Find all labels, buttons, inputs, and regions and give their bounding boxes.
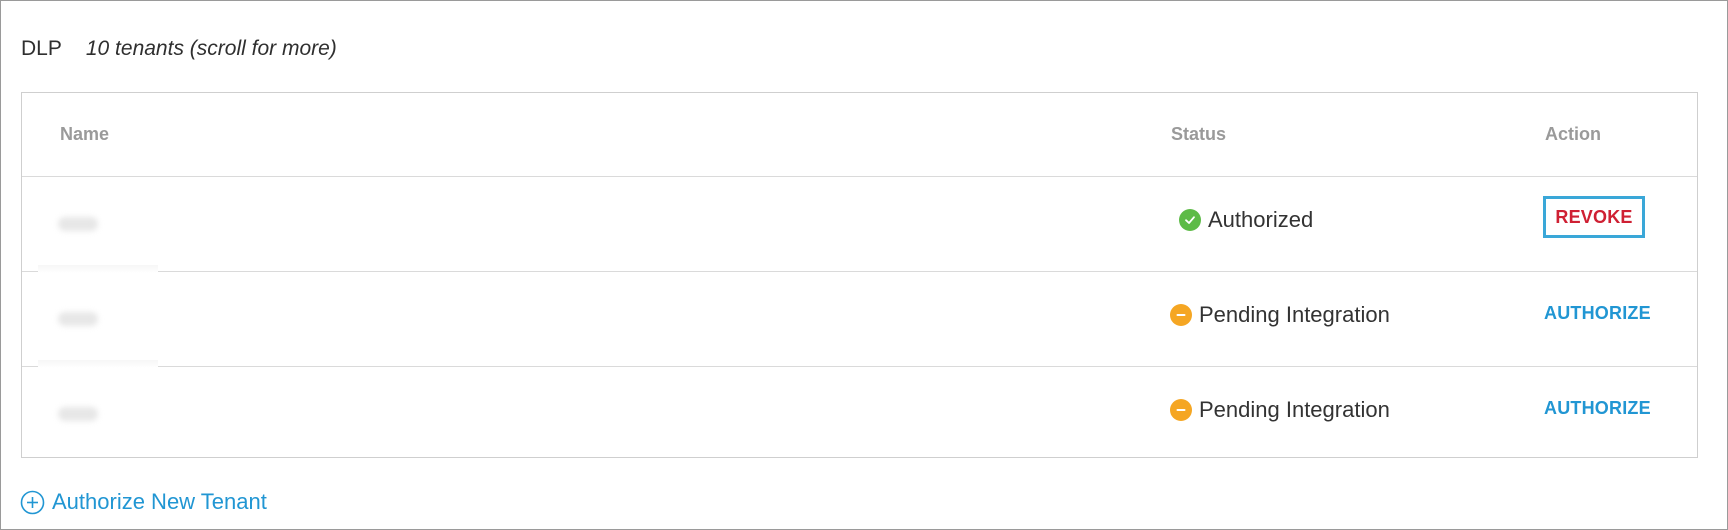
dlp-panel: DLP 10 tenants (scroll for more) Name St… [0,0,1728,530]
tenant-count: 10 tenants (scroll for more) [85,37,337,60]
tenant-name-redacted: abc [58,217,98,231]
authorize-button[interactable]: AUTHORIZE [1544,398,1651,419]
check-circle-icon [1179,209,1201,231]
table-row: abc Pending Integration AUTHORIZE [22,367,1697,459]
authorize-new-tenant-label: Authorize New Tenant [52,489,267,514]
app-name: DLP [21,37,62,60]
tenant-name-redacted: abc [58,312,98,326]
status-label: Authorized [1208,207,1314,232]
minus-circle-icon [1170,399,1192,421]
table-header-row: Name Status Action [22,93,1697,177]
column-header-status[interactable]: Status [1171,124,1226,145]
tenant-name-redacted: abc [58,407,98,421]
status-label: Pending Integration [1199,397,1390,422]
status-cell: Pending Integration [1170,397,1390,423]
column-header-name[interactable]: Name [60,124,109,145]
plus-circle-icon [20,490,45,515]
tenants-table[interactable]: Name Status Action abc Authorized REVOKE… [21,92,1698,458]
revoke-button[interactable]: REVOKE [1543,196,1645,238]
tenant-name: abc [58,314,77,328]
status-cell: Authorized [1179,207,1313,233]
column-header-action: Action [1545,124,1601,144]
table-row: abc Pending Integration AUTHORIZE [22,272,1697,368]
minus-circle-icon [1170,304,1192,326]
authorize-new-tenant-link[interactable]: Authorize New Tenant [20,489,267,515]
tenant-name: abc [58,409,77,423]
status-label: Pending Integration [1199,302,1390,327]
authorize-button[interactable]: AUTHORIZE [1544,303,1651,324]
tenant-name: abc [58,219,77,233]
panel-header: DLP 10 tenants (scroll for more) [21,37,337,61]
table-row: abc Authorized REVOKE [22,177,1697,273]
status-cell: Pending Integration [1170,302,1390,328]
